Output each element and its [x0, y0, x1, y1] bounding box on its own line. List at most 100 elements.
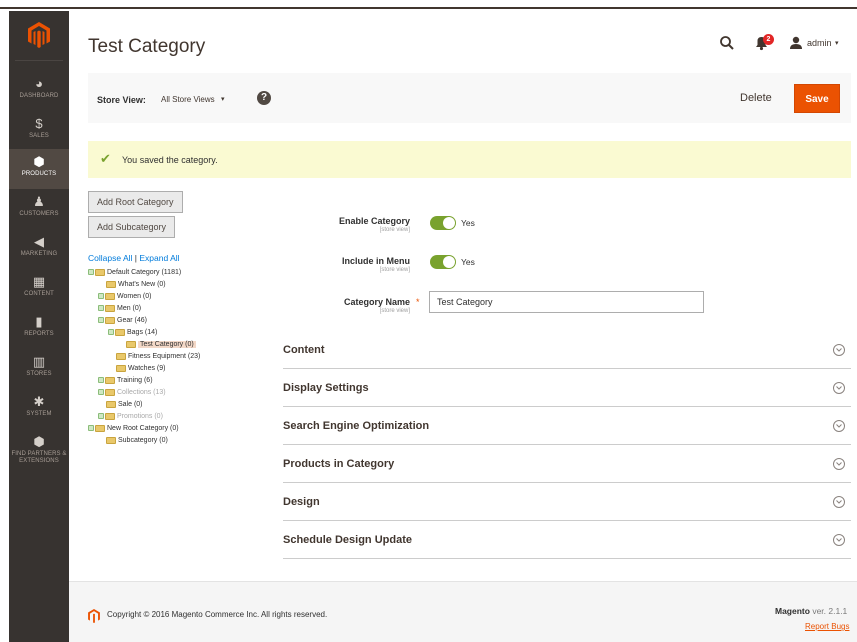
admin-user-menu[interactable]: admin: [807, 38, 832, 48]
section-design[interactable]: Design: [283, 483, 851, 521]
enable-category-value: Yes: [461, 218, 475, 228]
tree-node-label[interactable]: Training (6): [117, 377, 153, 384]
tree-expander-icon[interactable]: [98, 293, 104, 300]
tree-expander-icon[interactable]: [98, 413, 104, 420]
save-button[interactable]: Save: [794, 84, 840, 113]
section-content[interactable]: Content: [283, 331, 851, 369]
tree-node-label[interactable]: Default Category (1181): [107, 269, 181, 276]
folder-icon: [115, 328, 125, 336]
section-title[interactable]: Search Engine Optimization: [283, 420, 429, 432]
help-icon[interactable]: ?: [257, 91, 271, 105]
tree-node[interactable]: Bags (14): [108, 327, 157, 339]
tree-node[interactable]: New Root Category (0): [88, 423, 179, 435]
tree-node-label[interactable]: Bags (14): [127, 329, 157, 336]
sidebar-item-stores[interactable]: ▥ STORES: [9, 349, 69, 385]
section-title[interactable]: Content: [283, 344, 325, 356]
folder-icon: [105, 304, 115, 312]
tree-node-label[interactable]: New Root Category (0): [107, 425, 179, 432]
category-name-input[interactable]: Test Category: [429, 291, 704, 313]
tree-controls: Collapse All | Expand All: [88, 253, 180, 263]
required-marker: *: [416, 297, 420, 307]
sidebar-item-products[interactable]: ⬢ PRODUCTS: [9, 149, 69, 189]
tree-node-label[interactable]: Sale (0): [118, 401, 143, 408]
add-subcategory-button[interactable]: Add Subcategory: [88, 216, 176, 238]
sidebar-item-reports[interactable]: ▮ REPORTS: [9, 309, 69, 345]
user-icon[interactable]: [789, 36, 803, 50]
section-schedule-design-update[interactable]: Schedule Design Update: [283, 521, 851, 559]
sidebar-item-dashboard[interactable]: ◕ DASHBOARD: [9, 71, 69, 107]
sidebar-item-content[interactable]: ▦ CONTENT: [9, 269, 69, 305]
caret-down-icon[interactable]: ▾: [835, 39, 839, 47]
tree-node[interactable]: Default Category (1181): [88, 267, 181, 279]
magento-logo-icon[interactable]: [28, 22, 50, 48]
caret-down-icon[interactable]: ▾: [221, 95, 225, 103]
tree-node[interactable]: Gear (46): [98, 315, 147, 327]
sidebar-item-customers[interactable]: ♟ CUSTOMERS: [9, 189, 69, 225]
enable-category-toggle[interactable]: [430, 216, 456, 230]
tree-node-label[interactable]: Women (0): [117, 293, 152, 300]
section-search-engine-optimization[interactable]: Search Engine Optimization: [283, 407, 851, 445]
tree-node[interactable]: Fitness Equipment (23): [116, 351, 200, 363]
report-bugs-link[interactable]: Report Bugs: [805, 622, 849, 631]
sidebar-item-find-partners-extensions[interactable]: ⬢ FIND PARTNERS & EXTENSIONS: [9, 429, 69, 471]
delete-button[interactable]: Delete: [740, 87, 772, 109]
sidebar-item-system[interactable]: ✱ SYSTEM: [9, 389, 69, 425]
include-in-menu-toggle[interactable]: [430, 255, 456, 269]
tree-node[interactable]: Men (0): [98, 303, 141, 315]
tree-node-label[interactable]: Watches (9): [128, 365, 165, 372]
copyright-text: Copyright © 2016 Magento Commerce Inc. A…: [107, 610, 328, 619]
sidebar-divider: [15, 60, 63, 61]
box-icon: ⬢: [33, 154, 45, 169]
tree-node-label[interactable]: Fitness Equipment (23): [128, 353, 200, 360]
section-title[interactable]: Design: [283, 496, 320, 508]
expand-all-link[interactable]: Expand All: [139, 253, 179, 263]
tree-node[interactable]: Women (0): [98, 291, 152, 303]
tree-node-label[interactable]: Promotions (0): [117, 413, 163, 420]
section-title[interactable]: Products in Category: [283, 458, 394, 470]
tree-node[interactable]: What's New (0): [106, 279, 166, 291]
tree-expander-icon[interactable]: [88, 269, 94, 276]
tree-expander-icon[interactable]: [98, 317, 104, 324]
tree-expander-icon[interactable]: [108, 329, 114, 336]
layout-icon: ▦: [32, 274, 46, 289]
store-view-switcher[interactable]: All Store Views: [161, 95, 215, 104]
section-products-in-category[interactable]: Products in Category: [283, 445, 851, 483]
chevron-down-icon[interactable]: [833, 344, 845, 356]
tree-node[interactable]: Training (6): [98, 375, 153, 387]
section-title[interactable]: Display Settings: [283, 382, 369, 394]
include-in-menu-scope: [store view]: [379, 267, 410, 273]
tree-node-label[interactable]: Collections (13): [117, 389, 166, 396]
tree-node[interactable]: Test Category (0): [126, 339, 196, 351]
tree-node-label[interactable]: Men (0): [117, 305, 141, 312]
tree-expander-icon[interactable]: [98, 377, 104, 384]
tree-node[interactable]: Watches (9): [116, 363, 165, 375]
sidebar-item-sales[interactable]: $ SALES: [9, 111, 69, 147]
tree-node[interactable]: Sale (0): [106, 399, 143, 411]
chevron-down-icon[interactable]: [833, 496, 845, 508]
enable-category-label: Enable Category: [338, 216, 410, 226]
chevron-down-icon[interactable]: [833, 534, 845, 546]
folder-icon: [105, 292, 115, 300]
sidebar-item-marketing[interactable]: ◀ MARKETING: [9, 229, 69, 265]
chevron-down-icon[interactable]: [833, 382, 845, 394]
section-title[interactable]: Schedule Design Update: [283, 534, 412, 546]
tree-node-label[interactable]: Test Category (0): [138, 341, 196, 348]
person-icon: ♟: [33, 194, 45, 209]
collapse-all-link[interactable]: Collapse All: [88, 253, 132, 263]
tree-expander-icon[interactable]: [88, 425, 94, 432]
search-icon[interactable]: [719, 35, 735, 51]
tree-node[interactable]: Collections (13): [98, 387, 166, 399]
add-root-category-button[interactable]: Add Root Category: [88, 191, 183, 213]
folder-icon: [105, 376, 115, 384]
tree-node[interactable]: Subcategory (0): [106, 435, 168, 447]
tree-node[interactable]: Promotions (0): [98, 411, 163, 423]
tree-node-label[interactable]: Subcategory (0): [118, 437, 168, 444]
section-display-settings[interactable]: Display Settings: [283, 369, 851, 407]
tree-node-label[interactable]: Gear (46): [117, 317, 147, 324]
tree-expander-icon[interactable]: [98, 389, 104, 396]
tree-node-label[interactable]: What's New (0): [118, 281, 166, 288]
tree-expander-icon[interactable]: [98, 305, 104, 312]
chevron-down-icon[interactable]: [833, 458, 845, 470]
sidebar-item-label: CUSTOMERS: [19, 211, 59, 217]
chevron-down-icon[interactable]: [833, 420, 845, 432]
